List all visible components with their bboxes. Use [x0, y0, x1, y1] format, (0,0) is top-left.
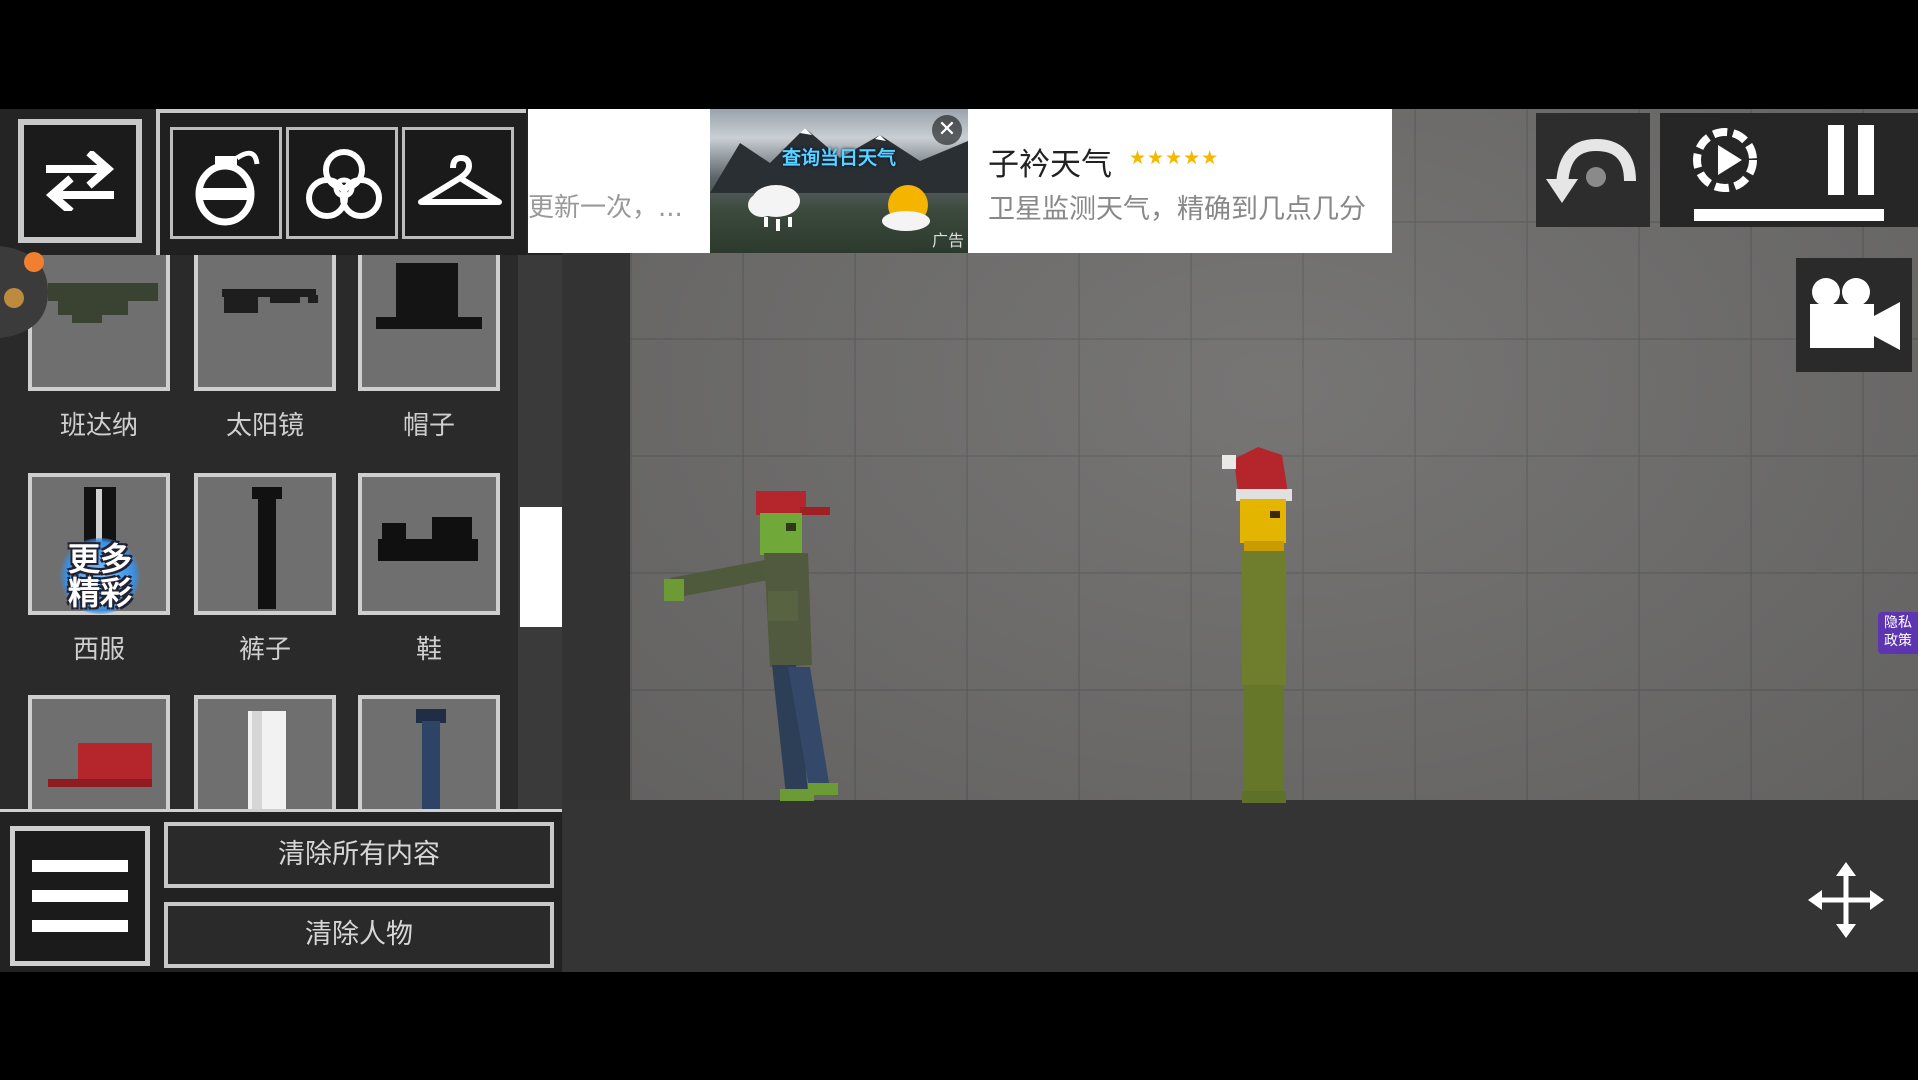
- camera-button[interactable]: [1796, 258, 1912, 372]
- item-label: 太阳镜: [225, 411, 304, 441]
- jeans-icon: [416, 709, 446, 809]
- time-controls: [1660, 113, 1918, 227]
- item-grid: 班达纳 太阳镜 帽子 西服 裤子 鞋: [0, 255, 518, 809]
- item-hat[interactable]: 帽子: [358, 255, 500, 443]
- ad-rating-stars: ★★★★★: [1129, 147, 1220, 169]
- menu-button[interactable]: [10, 826, 150, 966]
- shoes-icon: [378, 517, 478, 561]
- menu-icon: [32, 860, 128, 932]
- more-badge-line2: 精彩: [67, 574, 132, 612]
- more-badge-line1: 更多: [67, 540, 132, 578]
- pause-button[interactable]: [1810, 121, 1894, 201]
- white-shirt-icon: [248, 711, 286, 809]
- move-arrows-icon[interactable]: [1808, 862, 1884, 938]
- item-jeans[interactable]: [358, 695, 500, 809]
- swap-arrows-icon: [45, 151, 115, 211]
- privacy-policy-badge[interactable]: 隐私 政策: [1878, 612, 1918, 654]
- ad-banner[interactable]: 更新一次，... 查询当日天气 ✕ 广告 子衿天气 ★★★★★ 卫星监测天气，精…: [528, 109, 1392, 253]
- privacy-line2: 政策: [1884, 633, 1912, 649]
- ad-close-button[interactable]: ✕: [932, 115, 962, 145]
- grenade-icon: [195, 150, 260, 226]
- hat-icon: [376, 263, 482, 329]
- item-scrollbar-thumb[interactable]: [520, 507, 562, 627]
- undo-button[interactable]: [1536, 113, 1650, 227]
- rain-cloud-icon: [748, 185, 800, 231]
- floating-assistant-icon[interactable]: [0, 242, 50, 342]
- slow-motion-icon: [1693, 128, 1757, 192]
- more-content-badge[interactable]: 更多 精彩: [58, 538, 142, 614]
- ragdoll-melon-santa[interactable]: [1218, 441, 1308, 813]
- clear-all-button[interactable]: 清除所有内容: [164, 822, 554, 888]
- item-shoes[interactable]: 鞋: [358, 473, 500, 667]
- category-bar: [156, 109, 526, 255]
- cap-icon: [48, 743, 152, 787]
- item-sunglasses[interactable]: 太阳镜: [194, 255, 336, 443]
- hanger-icon: [418, 155, 502, 205]
- ad-left-text: 更新一次，...: [528, 193, 683, 223]
- ad-title: 子衿天气: [988, 147, 1112, 183]
- category-clothing-button[interactable]: [402, 127, 514, 239]
- item-cap[interactable]: [28, 695, 170, 809]
- swap-button[interactable]: [18, 119, 142, 243]
- item-label: 班达纳: [59, 411, 138, 441]
- clear-people-button[interactable]: 清除人物: [164, 902, 554, 968]
- bottom-controls: 清除所有内容 清除人物: [0, 809, 562, 972]
- category-biohazard-button[interactable]: [286, 127, 398, 239]
- biohazard-icon: [306, 149, 382, 219]
- camera-icon: [1810, 278, 1900, 350]
- ad-image[interactable]: 查询当日天气 ✕ 广告: [710, 109, 968, 253]
- sunglasses-icon: [222, 289, 318, 313]
- category-explosives-button[interactable]: [170, 127, 282, 239]
- ad-image-text: 查询当日天气: [781, 147, 896, 169]
- ragdoll-melon-cap[interactable]: [660, 471, 880, 811]
- pause-icon: [1828, 125, 1874, 195]
- slow-motion-button[interactable]: [1684, 121, 1768, 201]
- time-scale-bar[interactable]: [1694, 209, 1884, 221]
- bandana-icon: [48, 283, 158, 323]
- item-label: 鞋: [415, 635, 442, 665]
- item-pants[interactable]: 裤子: [194, 473, 336, 667]
- privacy-line1: 隐私: [1884, 615, 1912, 631]
- pants-icon: [252, 487, 282, 609]
- item-label: 帽子: [402, 411, 455, 441]
- ad-tag: 广告: [931, 231, 964, 250]
- ad-description: 卫星监测天气，精确到几点几分: [988, 194, 1366, 225]
- item-white-shirt[interactable]: [194, 695, 336, 809]
- item-label: 西服: [72, 635, 125, 665]
- item-label: 裤子: [238, 635, 291, 665]
- undo-icon: [1546, 138, 1636, 203]
- sun-cloud-icon: [882, 185, 930, 231]
